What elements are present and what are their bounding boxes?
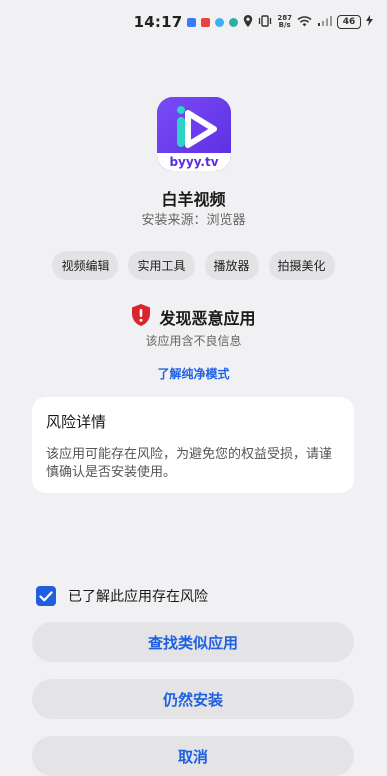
learn-pure-mode-link[interactable]: 了解纯净模式 (0, 365, 387, 382)
notification-icon (229, 17, 239, 27)
install-source: 安装来源：浏览器 (141, 213, 246, 228)
shield-warning-icon (131, 304, 151, 330)
vibrate-icon (258, 15, 272, 29)
location-icon (243, 15, 253, 29)
install-anyway-button[interactable]: 仍然安装 (32, 679, 354, 719)
acknowledge-checkbox[interactable] (36, 586, 56, 606)
wifi-icon (297, 15, 312, 29)
status-bar: 14:17 287 B/s 46 (0, 0, 387, 44)
find-similar-button[interactable]: 查找类似应用 (32, 622, 354, 662)
risk-details-title: 风险详情 (46, 413, 107, 431)
battery-indicator: 46 (337, 15, 361, 29)
risk-details-card: 风险详情 该应用可能存在风险，为避免您的权益受损，请谨慎确认是否安装使用。 (32, 397, 354, 493)
network-speed: 287 B/s (277, 14, 292, 29)
risk-acknowledge[interactable]: 已了解此应用存在风险 (36, 586, 208, 606)
charging-icon (366, 15, 373, 29)
category-tag: 播放器 (204, 251, 259, 280)
app-logo: byyy.tv (157, 97, 231, 171)
category-tag: 实用工具 (128, 251, 195, 280)
cancel-button[interactable]: 取消 (32, 736, 354, 776)
acknowledge-label: 已了解此应用存在风险 (68, 589, 208, 605)
app-logo-text: byyy.tv (169, 155, 219, 169)
category-tag: 拍摄美化 (268, 251, 335, 280)
notification-icon (187, 17, 197, 27)
warning-subtitle: 该应用含不良信息 (145, 334, 242, 348)
notification-icon (215, 17, 225, 27)
signal-icon (317, 15, 332, 29)
malware-warning: 发现恶意应用 (0, 304, 387, 330)
risk-details-text: 该应用可能存在风险，为避免您的权益受损，请谨慎确认是否安装使用。 (46, 447, 333, 480)
category-tags: 视频编辑 实用工具 播放器 拍摄美化 (0, 251, 387, 280)
app-name: 白羊视频 (161, 190, 226, 209)
category-tag: 视频编辑 (52, 251, 119, 280)
warning-title: 发现恶意应用 (159, 309, 256, 328)
status-time: 14:17 (133, 13, 183, 31)
notification-icon (201, 17, 211, 27)
